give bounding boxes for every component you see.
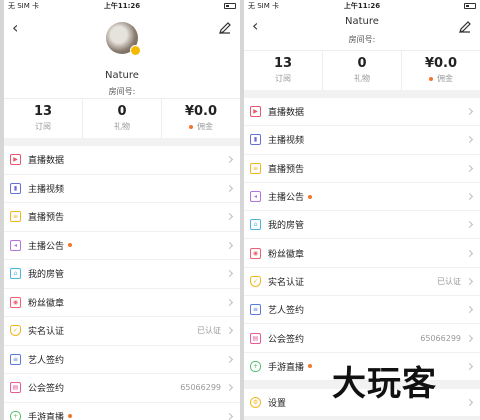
notice-dot bbox=[68, 414, 73, 419]
battery-icon bbox=[464, 3, 476, 9]
back-icon[interactable]: ‹ bbox=[12, 20, 18, 36]
chevron-right-icon bbox=[465, 399, 474, 407]
notice-dot bbox=[308, 364, 313, 369]
menu-item-live-preview[interactable]: ≡ 直播预告 bbox=[4, 203, 240, 232]
status-time: 上午11:26 bbox=[343, 2, 381, 10]
menu-item-real-name[interactable]: ✓ 实名认证 已认证 bbox=[4, 317, 240, 346]
chevron-right-icon bbox=[225, 270, 234, 278]
stat-commission[interactable]: ¥0.0 佣金 bbox=[402, 51, 480, 90]
gamepad-icon: + bbox=[10, 410, 21, 420]
chevron-right-icon bbox=[225, 298, 234, 306]
guild-id: 65066299 bbox=[420, 333, 461, 343]
megaphone-icon: ◂ bbox=[250, 191, 261, 203]
guild-icon: ▤ bbox=[250, 332, 261, 344]
room-number-label: 房间号: bbox=[108, 87, 136, 96]
chevron-right-icon bbox=[465, 306, 474, 314]
contract-icon: ≡ bbox=[10, 353, 21, 365]
profile-name: Nature bbox=[345, 16, 379, 27]
chevron-right-icon bbox=[225, 241, 234, 249]
status-bar: 无 SIM 卡 上午11:26 bbox=[244, 0, 480, 12]
play-icon: ▶ bbox=[250, 106, 261, 118]
phone-screen-left: 无 SIM 卡 上午11:26 ‹ Nature 房间号: 13 订阅 0 礼物 ¥… bbox=[4, 0, 240, 420]
menu-item-artist-contract[interactable]: ≡ 艺人签约 bbox=[4, 346, 240, 374]
menu-list: ▶ 直播数据 ▮ 主播视频 ≡ 直播预告 ◂ 主播公告 ⌂ 我的房管 ◉ 粉丝徽章 ✓ 实名认… bbox=[244, 98, 480, 381]
menu-item-mobile-game-live[interactable]: + 手游直播 bbox=[4, 403, 240, 420]
stats-row: 13 订阅 0 礼物 ¥0.0 佣金 bbox=[244, 50, 480, 90]
chevron-right-icon bbox=[465, 277, 474, 285]
chevron-right-icon bbox=[465, 136, 474, 144]
house-icon: ⌂ bbox=[250, 219, 261, 231]
play-icon: ▶ bbox=[10, 154, 21, 166]
menu-item-live-preview[interactable]: ≡ 直播预告 bbox=[244, 155, 480, 183]
chevron-right-icon bbox=[225, 412, 234, 420]
edit-icon[interactable] bbox=[218, 21, 232, 35]
notice-dot bbox=[308, 194, 313, 199]
guild-id: 65066299 bbox=[180, 383, 221, 393]
menu-item-guild-contract[interactable]: ▤ 公会签约 65066299 bbox=[4, 374, 240, 403]
chevron-right-icon bbox=[465, 108, 474, 116]
chevron-right-icon bbox=[225, 355, 234, 363]
menu-item-fan-badge[interactable]: ◉ 粉丝徽章 bbox=[4, 289, 240, 317]
menu-item-announcement[interactable]: ◂ 主播公告 bbox=[4, 232, 240, 260]
house-icon: ⌂ bbox=[10, 268, 21, 280]
chevron-right-icon bbox=[465, 221, 474, 229]
menu-item-fan-badge[interactable]: ◉ 粉丝徽章 bbox=[244, 239, 480, 268]
megaphone-icon: ◂ bbox=[10, 239, 21, 251]
profile-name: Nature bbox=[105, 70, 139, 81]
chevron-right-icon bbox=[465, 249, 474, 257]
stat-commission[interactable]: ¥0.0 佣金 bbox=[162, 99, 240, 138]
notice-dot bbox=[429, 76, 433, 81]
battery-icon bbox=[224, 3, 236, 9]
profile-header: ‹ Nature 房间号: bbox=[4, 12, 240, 98]
status-time: 上午11:26 bbox=[103, 2, 141, 10]
notice-dot bbox=[68, 243, 73, 248]
menu-item-announcement[interactable]: ◂ 主播公告 bbox=[244, 183, 480, 212]
film-icon: ▮ bbox=[250, 134, 261, 146]
menu-item-room-admin[interactable]: ⌂ 我的房管 bbox=[244, 211, 480, 240]
stat-subscriptions[interactable]: 13 订阅 bbox=[4, 99, 83, 138]
film-icon: ▮ bbox=[10, 182, 21, 194]
shield-icon: ✓ bbox=[250, 275, 261, 287]
crown-icon bbox=[130, 45, 141, 56]
chevron-right-icon bbox=[465, 192, 474, 201]
contract-icon: ≡ bbox=[250, 304, 261, 316]
menu-item-guild-contract[interactable]: ▤ 公会签约 65066299 bbox=[244, 324, 480, 353]
chevron-right-icon bbox=[225, 213, 234, 221]
menu-item-streamer-video[interactable]: ▮ 主播视频 bbox=[4, 175, 240, 203]
chevron-right-icon bbox=[465, 164, 474, 172]
shield-icon: ✓ bbox=[10, 325, 21, 337]
stat-gifts[interactable]: 0 礼物 bbox=[83, 99, 162, 138]
avatar[interactable] bbox=[106, 22, 141, 56]
room-number-label: 房间号: bbox=[348, 35, 376, 44]
menu-item-real-name[interactable]: ✓ 实名认证 已认证 bbox=[244, 268, 480, 297]
status-bar: 无 SIM 卡 上午11:26 bbox=[4, 0, 240, 12]
stat-gifts[interactable]: 0 礼物 bbox=[323, 51, 402, 90]
verification-status: 已认证 bbox=[197, 326, 221, 336]
guild-icon: ▤ bbox=[10, 382, 21, 394]
profile-header: ‹ Nature 房间号: bbox=[244, 12, 480, 50]
stats-row: 13 订阅 0 礼物 ¥0.0 佣金 bbox=[4, 98, 240, 138]
chevron-right-icon bbox=[465, 334, 474, 342]
settings-icon: ⚙ bbox=[250, 397, 261, 409]
menu-item-artist-contract[interactable]: ≡ 艺人签约 bbox=[244, 296, 480, 325]
menu-item-live-data[interactable]: ▶ 直播数据 bbox=[4, 146, 240, 175]
chevron-right-icon bbox=[225, 327, 234, 335]
calendar-icon: ≡ bbox=[10, 211, 21, 223]
verification-status: 已认证 bbox=[437, 276, 461, 286]
menu-item-room-admin[interactable]: ⌂ 我的房管 bbox=[4, 260, 240, 289]
stat-subscriptions[interactable]: 13 订阅 bbox=[244, 51, 323, 90]
chevron-right-icon bbox=[225, 156, 234, 164]
gamepad-icon: + bbox=[250, 360, 261, 372]
chevron-right-icon bbox=[465, 362, 474, 370]
chevron-right-icon bbox=[225, 384, 234, 392]
menu-item-streamer-video[interactable]: ▮ 主播视频 bbox=[244, 126, 480, 155]
calendar-icon: ≡ bbox=[250, 162, 261, 174]
badge-icon: ◉ bbox=[10, 296, 21, 308]
badge-icon: ◉ bbox=[250, 247, 261, 259]
menu-item-live-data[interactable]: ▶ 直播数据 bbox=[244, 98, 480, 127]
watermark-logo: 大玩客 bbox=[332, 364, 437, 404]
notice-dot bbox=[189, 124, 193, 129]
chevron-right-icon bbox=[225, 184, 234, 192]
menu-list: ▶ 直播数据 ▮ 主播视频 ≡ 直播预告 ◂ 主播公告 ⌂ 我的房管 ◉ 粉丝徽章 ✓ 实名认… bbox=[4, 146, 240, 420]
